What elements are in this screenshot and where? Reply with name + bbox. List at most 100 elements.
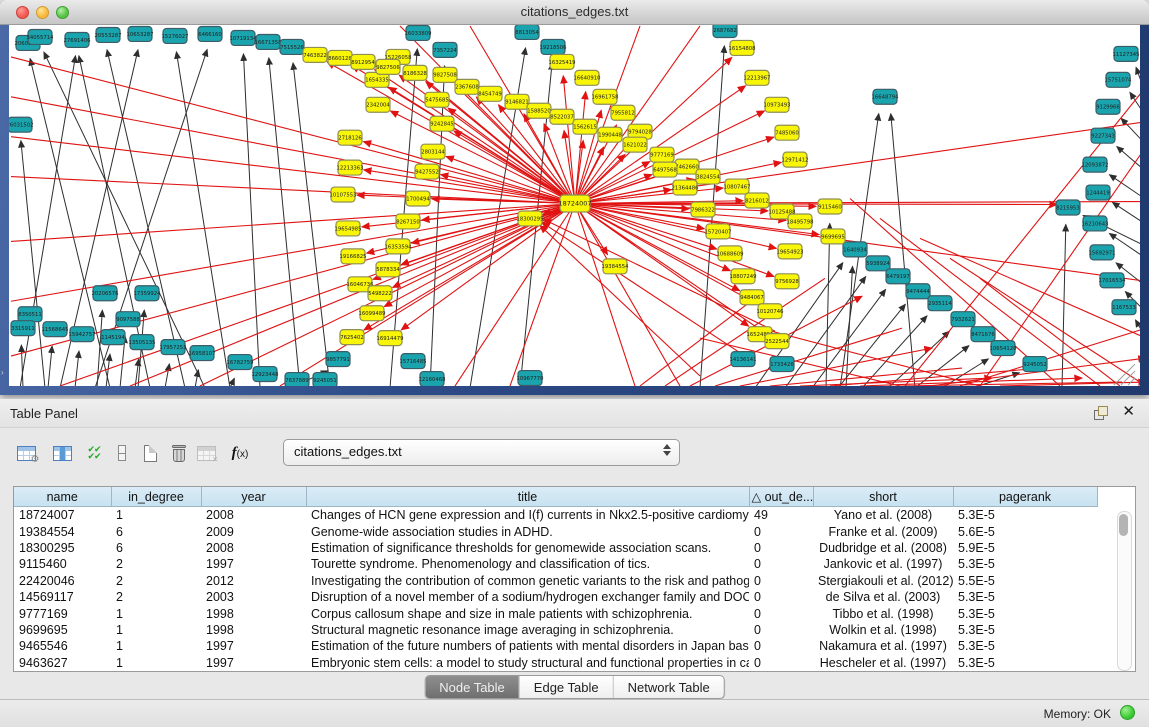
network-node[interactable]: 14136141 bbox=[730, 352, 757, 367]
network-node[interactable]: 15276027 bbox=[162, 28, 189, 43]
network-node[interactable]: 16782759 bbox=[227, 355, 254, 370]
network-node[interactable]: 8215953 bbox=[1056, 200, 1080, 215]
node-table-grid[interactable]: namein_degreeyeartitle△ out_de...shortpa… bbox=[14, 487, 1098, 671]
network-node[interactable]: 1733426 bbox=[770, 357, 794, 372]
tab-network-table[interactable]: Network Table bbox=[613, 676, 724, 698]
network-node[interactable]: 2342004 bbox=[366, 97, 390, 112]
network-node[interactable]: 3824554 bbox=[696, 169, 720, 184]
network-node[interactable]: 7625402 bbox=[340, 330, 364, 345]
network-node[interactable]: 16671358 bbox=[255, 34, 282, 49]
table-row[interactable]: 977716911998Corpus callosum shape and si… bbox=[14, 605, 1097, 621]
column-header-year[interactable]: year bbox=[201, 487, 306, 507]
function-builder-icon[interactable]: f(x) bbox=[226, 439, 254, 467]
panel-collapse-arrow[interactable]: › bbox=[1, 368, 4, 377]
network-node[interactable]: 15720407 bbox=[705, 224, 732, 239]
table-row[interactable]: 1938455462009Genome-wide association stu… bbox=[14, 523, 1097, 539]
network-node[interactable]: 9777169 bbox=[650, 147, 674, 162]
network-node[interactable]: 7932621 bbox=[951, 312, 975, 327]
table-vertical-scrollbar[interactable] bbox=[1117, 511, 1132, 671]
network-node[interactable]: 10973493 bbox=[764, 97, 791, 112]
network-node[interactable]: 15692971 bbox=[1089, 245, 1116, 260]
delete-table-icon[interactable]: ✕ bbox=[192, 439, 220, 467]
network-node[interactable]: 16958107 bbox=[189, 346, 216, 361]
table-selector-dropdown[interactable]: citations_edges.txt bbox=[283, 439, 680, 466]
close-panel-icon[interactable]: ✕ bbox=[1122, 404, 1135, 420]
network-node[interactable]: 19218506 bbox=[540, 39, 568, 54]
network-node[interactable]: 5878334 bbox=[376, 262, 400, 277]
column-header-pagerank[interactable]: pagerank bbox=[953, 487, 1097, 507]
network-node[interactable]: 10967770 bbox=[517, 371, 545, 386]
network-node[interactable]: 2935114 bbox=[928, 296, 952, 311]
network-canvas[interactable]: 2060315034055714276914062055328710653287… bbox=[9, 25, 1140, 386]
network-node[interactable]: 9245051 bbox=[313, 373, 337, 386]
tab-edge-table[interactable]: Edge Table bbox=[519, 676, 613, 698]
network-node[interactable]: 15751074 bbox=[1105, 72, 1133, 87]
network-node[interactable]: 18300295 bbox=[517, 211, 544, 226]
network-node[interactable]: 12093872 bbox=[1082, 157, 1109, 172]
network-node[interactable]: 9756928 bbox=[775, 274, 799, 289]
network-node[interactable]: 18724007 bbox=[558, 195, 591, 212]
table-row[interactable]: 911546021997Tourette syndrome. Phenomeno… bbox=[14, 556, 1097, 572]
network-node[interactable]: 8471676 bbox=[971, 327, 995, 342]
column-header-in_degree[interactable]: in_degree bbox=[111, 487, 201, 507]
network-node[interactable]: 2367608 bbox=[455, 79, 479, 94]
row-selection-icon[interactable]: ✔✔✔✔ bbox=[80, 439, 108, 467]
network-node[interactable]: 6497568 bbox=[653, 162, 677, 177]
network-node[interactable]: 16648794 bbox=[872, 89, 900, 104]
network-node[interactable]: 10719134 bbox=[230, 30, 258, 45]
network-node[interactable]: 9129966 bbox=[1096, 99, 1120, 114]
network-node[interactable]: 8813054 bbox=[515, 25, 539, 39]
network-node[interactable]: 8267150 bbox=[396, 214, 420, 229]
network-node[interactable]: 8912954 bbox=[351, 54, 375, 69]
network-node[interactable]: 19654923 bbox=[777, 244, 804, 259]
column-header-short[interactable]: short bbox=[813, 487, 953, 507]
network-node[interactable]: 17957253 bbox=[160, 340, 187, 355]
network-node[interactable]: 11568645 bbox=[42, 322, 69, 337]
network-node[interactable]: 9097588 bbox=[116, 312, 140, 327]
network-node[interactable]: 27691406 bbox=[64, 32, 92, 47]
network-node[interactable]: 8522037 bbox=[550, 109, 574, 124]
network-node[interactable]: 15716485 bbox=[400, 354, 427, 369]
column-header-name[interactable]: name bbox=[14, 487, 111, 507]
table-mode-icon[interactable]: ⚙ bbox=[12, 439, 40, 467]
network-node[interactable]: 1621022 bbox=[623, 137, 647, 152]
network-node[interactable]: 9474444 bbox=[906, 284, 930, 299]
network-node[interactable]: 1562615 bbox=[573, 119, 597, 134]
network-node[interactable]: 9146821 bbox=[505, 94, 529, 109]
network-node[interactable]: 16099489 bbox=[359, 306, 386, 321]
network-node[interactable]: 16154808 bbox=[729, 40, 756, 55]
network-node[interactable]: 8350511 bbox=[18, 307, 42, 322]
network-node[interactable]: 1990448 bbox=[598, 127, 622, 142]
network-node[interactable]: 16033809 bbox=[405, 25, 432, 40]
network-node[interactable]: 11127345 bbox=[1113, 46, 1140, 61]
network-node[interactable]: 16961758 bbox=[592, 89, 619, 104]
delete-column-icon[interactable] bbox=[165, 439, 193, 467]
new-column-icon[interactable] bbox=[136, 439, 164, 467]
network-node[interactable]: 7357224 bbox=[433, 42, 457, 57]
network-node[interactable]: 13505135 bbox=[129, 335, 156, 350]
network-node[interactable]: 10120746 bbox=[757, 304, 785, 319]
table-row[interactable]: 946362711997Embryonic stem cells: a mode… bbox=[14, 655, 1097, 671]
table-row[interactable]: 946554611997Estimation of the future num… bbox=[14, 638, 1097, 654]
network-node[interactable]: 12213363 bbox=[337, 160, 364, 175]
network-node[interactable]: 8186328 bbox=[403, 65, 427, 80]
network-node[interactable]: 12923448 bbox=[252, 367, 279, 382]
select-columns-icon[interactable] bbox=[48, 439, 76, 467]
network-node[interactable]: 1167533 bbox=[1112, 300, 1136, 315]
network-node[interactable]: 16640910 bbox=[574, 70, 602, 85]
column-split-icon[interactable] bbox=[108, 439, 136, 467]
network-node[interactable]: 9827506 bbox=[376, 59, 400, 74]
network-node[interactable]: 16210643 bbox=[1082, 216, 1109, 231]
table-row[interactable]: 1872400712008Changes of HCN gene express… bbox=[14, 507, 1097, 524]
network-node[interactable]: 2522544 bbox=[765, 334, 789, 349]
network-node[interactable]: 6466160 bbox=[198, 26, 222, 41]
column-header-title[interactable]: title bbox=[306, 487, 749, 507]
network-node[interactable]: 1145194 bbox=[101, 330, 125, 345]
network-node[interactable]: 26031502 bbox=[9, 117, 33, 132]
network-node[interactable]: 2718126 bbox=[338, 130, 362, 145]
float-panel-icon[interactable] bbox=[1094, 406, 1109, 420]
table-row[interactable]: 1830029562008Estimation of significance … bbox=[14, 540, 1097, 556]
network-node[interactable]: 9699695 bbox=[821, 229, 845, 244]
network-node[interactable]: 9227343 bbox=[1091, 128, 1115, 143]
network-node[interactable]: 10688609 bbox=[717, 246, 744, 261]
